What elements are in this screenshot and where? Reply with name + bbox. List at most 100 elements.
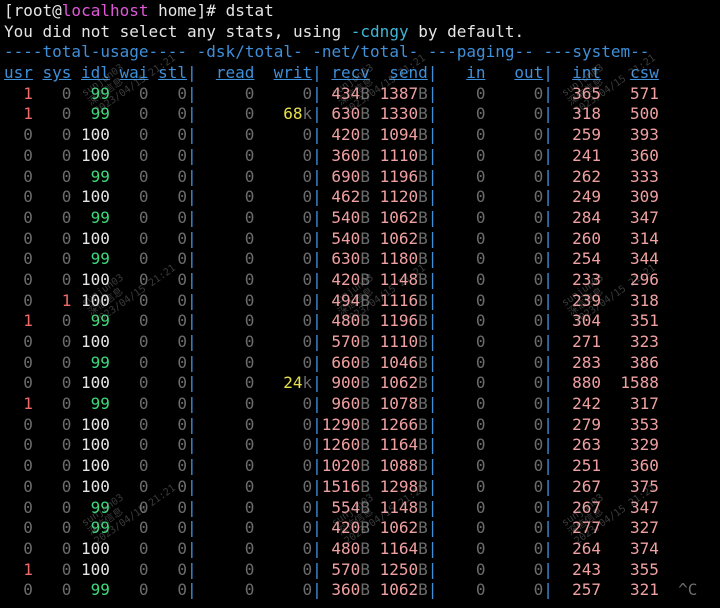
- cell-stl: 0: [177, 352, 187, 372]
- cell-csw: 323: [629, 332, 659, 351]
- cell-idl: 99: [90, 249, 110, 269]
- cell-usr: 0: [23, 414, 33, 434]
- cell-int: 239: [572, 290, 602, 310]
- cell-stl: 0: [177, 311, 187, 331]
- cell-recv: 540B: [331, 228, 370, 248]
- cell-send: 1298B: [379, 476, 428, 496]
- column-separator: |: [427, 518, 438, 538]
- cell-stl: 0: [177, 559, 187, 579]
- column-separator: |: [427, 228, 438, 248]
- cell-usr: 1: [23, 104, 33, 124]
- cell-writ: 0: [302, 166, 313, 186]
- cell-stl: 0: [177, 518, 187, 538]
- cell-csw: 318: [629, 290, 659, 310]
- cell-idl: 100: [81, 373, 110, 393]
- column-separator: |: [186, 290, 197, 310]
- column-separator: |: [427, 207, 438, 227]
- cell-idl: 99: [90, 207, 110, 227]
- column-header-recv: recv: [331, 63, 370, 83]
- cell-in: 0: [475, 394, 486, 414]
- cell-csw: 355: [629, 559, 659, 579]
- column-separator: |: [543, 269, 553, 289]
- cell-read: 0: [244, 187, 255, 207]
- column-separator: |: [186, 249, 197, 269]
- cell-writ: 0: [302, 538, 313, 558]
- cell-int: 242: [572, 394, 602, 414]
- cell-out: 0: [533, 269, 544, 289]
- cell-writ: 0: [302, 476, 313, 496]
- cell-recv: 1516B: [321, 476, 370, 496]
- cell-csw: 333: [629, 166, 659, 186]
- table-row: 0 0 99 0 0 0 0 690B 1196B 0 0 262 333 | | | |: [4, 167, 720, 188]
- cell-stl: 0: [177, 538, 187, 558]
- cell-int: 233: [572, 269, 602, 289]
- cell-usr: 0: [23, 580, 33, 600]
- cell-send: 1164B: [379, 435, 428, 455]
- cell-idl: 99: [90, 518, 110, 538]
- cell-send: 1110B: [379, 332, 428, 351]
- cell-out: 0: [533, 518, 544, 538]
- cell-writ: 0: [302, 518, 313, 538]
- cell-in: 0: [475, 497, 486, 517]
- cell-wai: 0: [138, 497, 149, 517]
- cell-writ: 0: [302, 207, 313, 227]
- cell-send: 1148B: [379, 497, 428, 517]
- column-separator: |: [312, 228, 322, 248]
- cell-send: 1062B: [379, 373, 428, 393]
- cell-writ: 0: [302, 125, 313, 145]
- cell-usr: 1: [23, 83, 33, 103]
- cell-recv: 690B: [331, 166, 370, 186]
- cell-sys: 0: [61, 435, 72, 455]
- cell-stl: 0: [177, 394, 187, 414]
- cell-int: 880: [572, 373, 602, 393]
- column-separator: |: [312, 580, 322, 600]
- cell-idl: 100: [81, 145, 110, 165]
- column-separator: |: [543, 207, 553, 227]
- cell-in: 0: [475, 456, 486, 476]
- cell-sys: 0: [61, 166, 72, 186]
- cell-stl: 0: [177, 456, 187, 476]
- column-separator: |: [543, 332, 553, 351]
- cell-usr: 0: [23, 187, 33, 207]
- cell-send: 1110B: [379, 145, 428, 165]
- cell-read: 0: [244, 580, 255, 600]
- cell-stl: 0: [177, 414, 187, 434]
- cell-out: 0: [533, 125, 544, 145]
- table-row: 1 0 99 0 0 0 0 434B 1387B 0 0 365 571 | | | |: [4, 84, 720, 105]
- column-separator: |: [427, 332, 438, 351]
- cell-send: 1046B: [379, 352, 428, 372]
- cell-read: 0: [244, 456, 255, 476]
- column-separator: |: [543, 538, 553, 558]
- cell-read: 0: [244, 207, 255, 227]
- column-separator: |: [312, 269, 322, 289]
- cell-idl: 99: [90, 311, 110, 331]
- column-separator: |: [427, 414, 438, 434]
- cell-sys: 0: [61, 269, 72, 289]
- cell-csw: 360: [629, 145, 659, 165]
- column-separator: |: [312, 290, 322, 310]
- cell-send: 1330B: [379, 104, 428, 124]
- table-row: 0 0 99 0 0 0 0 554B 1148B 0 0 267 347 | | | |: [4, 498, 720, 519]
- cell-wai: 0: [138, 332, 149, 351]
- cell-writ: 0: [302, 83, 313, 103]
- column-separator: |: [427, 373, 438, 393]
- terminal-window[interactable]: [root@localhost home]# dstat You did not…: [0, 0, 720, 608]
- cell-csw: 351: [629, 311, 659, 331]
- cell-writ: 0: [302, 228, 313, 248]
- cell-writ: 0: [302, 414, 313, 434]
- table-row: 1 0 99 0 0 0 0 480B 1196B 0 0 304 351 | | | |: [4, 311, 720, 332]
- cell-send: 1266B: [379, 414, 428, 434]
- cell-wai: 0: [138, 104, 149, 124]
- cell-in: 0: [475, 145, 486, 165]
- cell-read: 0: [244, 228, 255, 248]
- column-separator: |: [312, 187, 322, 207]
- column-separator: |: [543, 456, 553, 476]
- cell-int: 318: [572, 104, 602, 124]
- table-row: 0 0 99 0 0 0 0 540B 1062B 0 0 284 347 | | | |: [4, 208, 720, 229]
- column-separator: |: [543, 559, 553, 579]
- cell-out: 0: [533, 414, 544, 434]
- cell-usr: 1: [23, 559, 33, 579]
- cell-csw: 327: [629, 518, 659, 538]
- cell-recv: 660B: [331, 352, 370, 372]
- cell-idl: 100: [81, 269, 110, 289]
